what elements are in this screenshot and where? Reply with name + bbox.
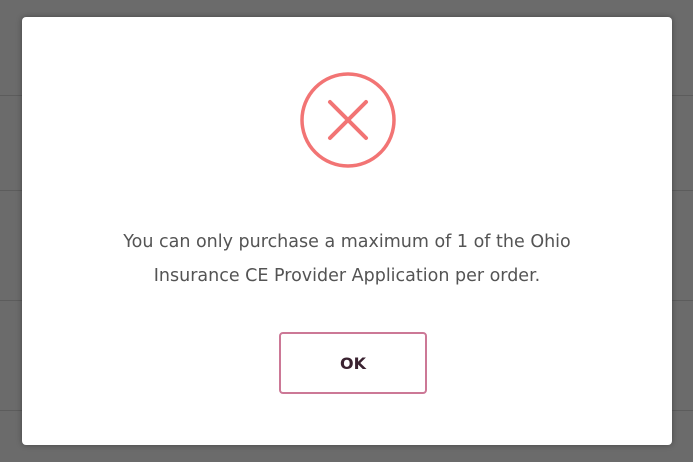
dialog-message: You can only purchase a maximum of 1 of … <box>22 225 672 293</box>
error-x-circle-icon <box>298 70 398 170</box>
dialog-message-line: Insurance CE Provider Application per or… <box>153 266 541 286</box>
error-dialog: You can only purchase a maximum of 1 of … <box>22 17 672 445</box>
dialog-message-line: You can only purchase a maximum of 1 of … <box>123 232 571 252</box>
ok-button[interactable]: OK <box>279 332 427 394</box>
